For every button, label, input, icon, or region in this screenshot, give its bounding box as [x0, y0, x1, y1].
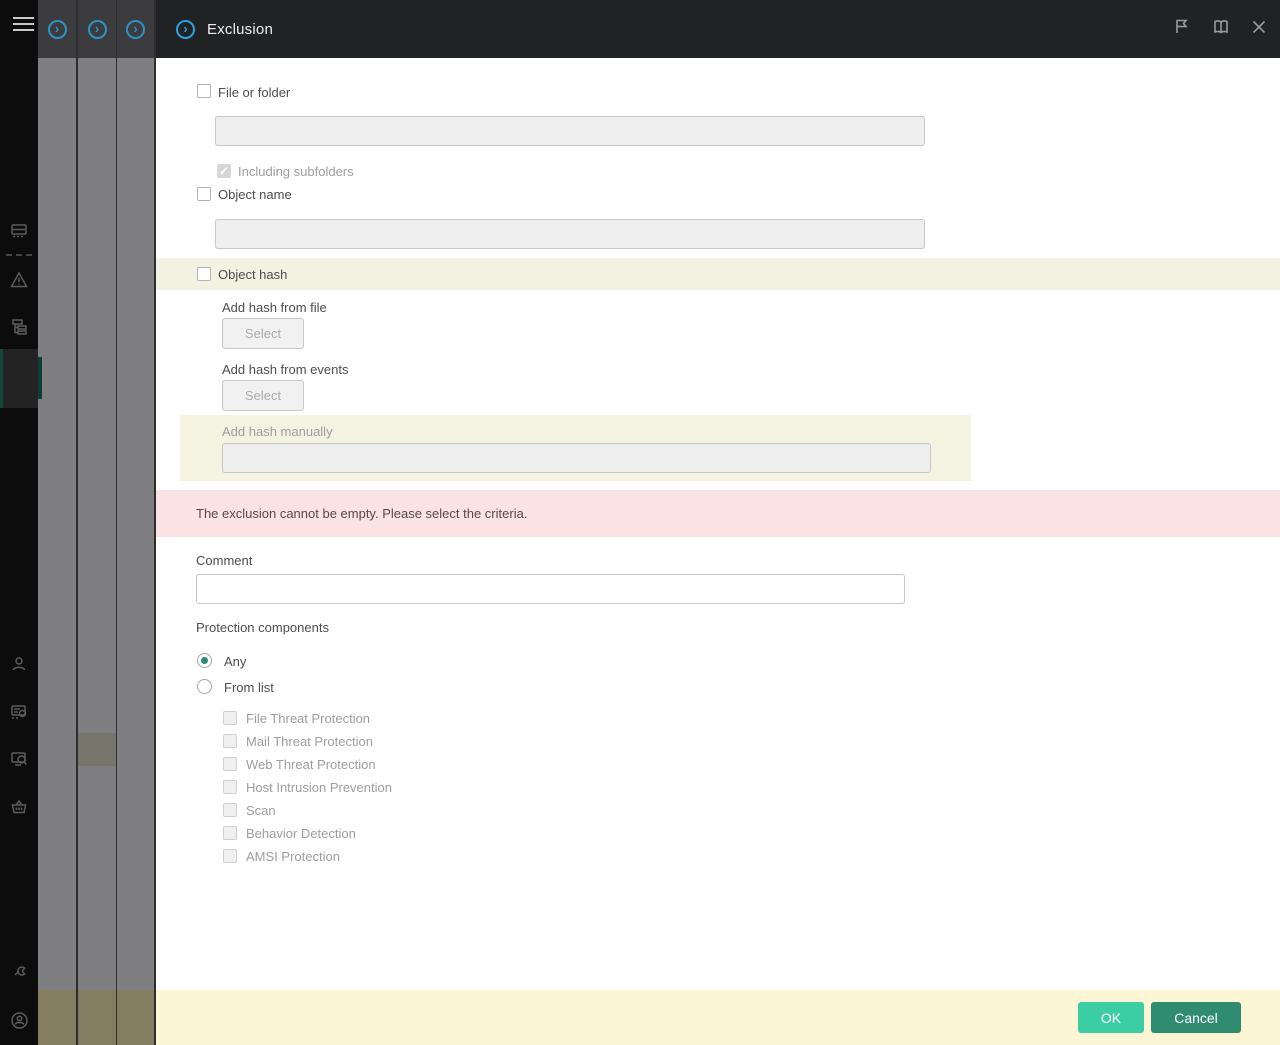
book-icon[interactable] — [1212, 19, 1230, 40]
protection-component-row: File Threat Protection — [223, 711, 392, 725]
devices-icon[interactable] — [0, 222, 38, 240]
protection-component-row: Web Threat Protection — [223, 757, 392, 771]
radio-any-label: Any — [224, 654, 246, 669]
stacked-selected-indicator — [38, 357, 42, 399]
stacked-dialog-2-header[interactable]: › — [78, 0, 116, 58]
protection-component-checkbox[interactable] — [223, 757, 237, 771]
stacked-dialog-1-footer — [38, 990, 76, 1045]
add-hash-manually-label: Add hash manually — [222, 424, 333, 439]
including-subfolders-checkbox — [217, 164, 231, 178]
validation-error-bar: The exclusion cannot be empty. Please se… — [156, 490, 1280, 537]
add-hash-from-events-label: Add hash from events — [222, 362, 348, 377]
object-hash-label: Object hash — [218, 267, 287, 282]
add-hash-from-events-select-button[interactable]: Select — [222, 380, 304, 411]
protection-component-checkbox[interactable] — [223, 711, 237, 725]
protection-components-label: Protection components — [196, 620, 329, 635]
protection-component-row: AMSI Protection — [223, 849, 392, 863]
sidebar-item-selected[interactable] — [0, 349, 38, 408]
validation-error-text: The exclusion cannot be empty. Please se… — [196, 506, 527, 521]
users-icon[interactable] — [0, 655, 38, 673]
stacked-dialog-3-header[interactable]: › — [117, 0, 154, 58]
protection-component-checkbox[interactable] — [223, 803, 237, 817]
protection-component-row: Mail Threat Protection — [223, 734, 392, 748]
protection-component-checkbox[interactable] — [223, 780, 237, 794]
app-window: › › › › Exclusion — [0, 0, 1280, 1045]
policy-circle-icon: › — [48, 20, 67, 39]
protection-component-label: File Threat Protection — [246, 711, 370, 726]
dialog-title: Exclusion — [207, 21, 273, 38]
protection-component-label: Behavior Detection — [246, 826, 356, 841]
discovery-icon[interactable] — [0, 750, 38, 768]
stacked-dialog-3-footer — [117, 990, 154, 1045]
tasks-icon[interactable] — [0, 318, 38, 336]
add-hash-from-file-select-button[interactable]: Select — [222, 318, 304, 349]
protection-components-list: File Threat Protection Mail Threat Prote… — [223, 711, 392, 872]
exclusion-dialog: › Exclusion File or folder Including sub… — [156, 0, 1280, 1045]
flag-icon[interactable] — [1174, 18, 1190, 40]
stacked-dialog-2-highlight — [78, 733, 116, 766]
file-or-folder-input[interactable] — [215, 116, 925, 146]
alerts-icon[interactable] — [0, 271, 38, 289]
stacked-dialog-3[interactable]: › — [117, 0, 156, 1045]
protection-component-checkbox[interactable] — [223, 849, 237, 863]
stacked-dialog-1-header[interactable]: › — [38, 0, 76, 58]
account-icon[interactable] — [0, 1011, 38, 1029]
comment-input[interactable] — [196, 574, 905, 604]
protection-component-row: Host Intrusion Prevention — [223, 780, 392, 794]
policy-circle-icon: › — [126, 20, 145, 39]
object-name-input[interactable] — [215, 219, 925, 249]
object-name-checkbox[interactable] — [197, 187, 211, 201]
dialog-header: › Exclusion — [156, 0, 1280, 58]
protection-component-label: AMSI Protection — [246, 849, 340, 864]
object-name-label: Object name — [218, 187, 292, 202]
dialog-footer: OK Cancel — [156, 990, 1280, 1045]
close-icon[interactable] — [1252, 20, 1266, 39]
stacked-dialog-2[interactable]: › — [78, 0, 118, 1045]
add-hash-manually-input[interactable] — [222, 443, 931, 473]
protection-component-label: Web Threat Protection — [246, 757, 376, 772]
protection-component-checkbox[interactable] — [223, 734, 237, 748]
nav-sidebar — [0, 0, 38, 1045]
protection-component-label: Mail Threat Protection — [246, 734, 373, 749]
protection-component-label: Host Intrusion Prevention — [246, 780, 392, 795]
cancel-button[interactable]: Cancel — [1151, 1002, 1241, 1033]
file-or-folder-label: File or folder — [218, 85, 290, 100]
menu-icon[interactable] — [13, 17, 34, 32]
protection-component-row: Behavior Detection — [223, 826, 392, 840]
policy-circle-icon: › — [88, 20, 107, 39]
protection-component-row: Scan — [223, 803, 392, 817]
radio-from-list-label: From list — [224, 680, 274, 695]
object-hash-checkbox[interactable] — [197, 267, 211, 281]
including-subfolders-label: Including subfolders — [238, 164, 354, 179]
operations-icon[interactable] — [0, 962, 38, 980]
radio-from-list[interactable] — [197, 679, 212, 694]
marketplace-icon[interactable] — [0, 798, 38, 816]
stacked-dialog-2-footer — [78, 990, 116, 1045]
protection-component-checkbox[interactable] — [223, 826, 237, 840]
comment-label: Comment — [196, 553, 252, 568]
policy-circle-icon: › — [176, 20, 195, 39]
console-settings-icon[interactable] — [0, 703, 38, 721]
add-hash-from-file-label: Add hash from file — [222, 300, 327, 315]
stacked-dialog-1[interactable]: › — [38, 0, 78, 1045]
protection-component-label: Scan — [246, 803, 276, 818]
radio-any[interactable] — [197, 653, 212, 668]
object-hash-row — [156, 258, 1280, 290]
ok-button[interactable]: OK — [1078, 1002, 1144, 1033]
sidebar-divider — [6, 254, 32, 256]
file-or-folder-checkbox[interactable] — [197, 84, 211, 98]
